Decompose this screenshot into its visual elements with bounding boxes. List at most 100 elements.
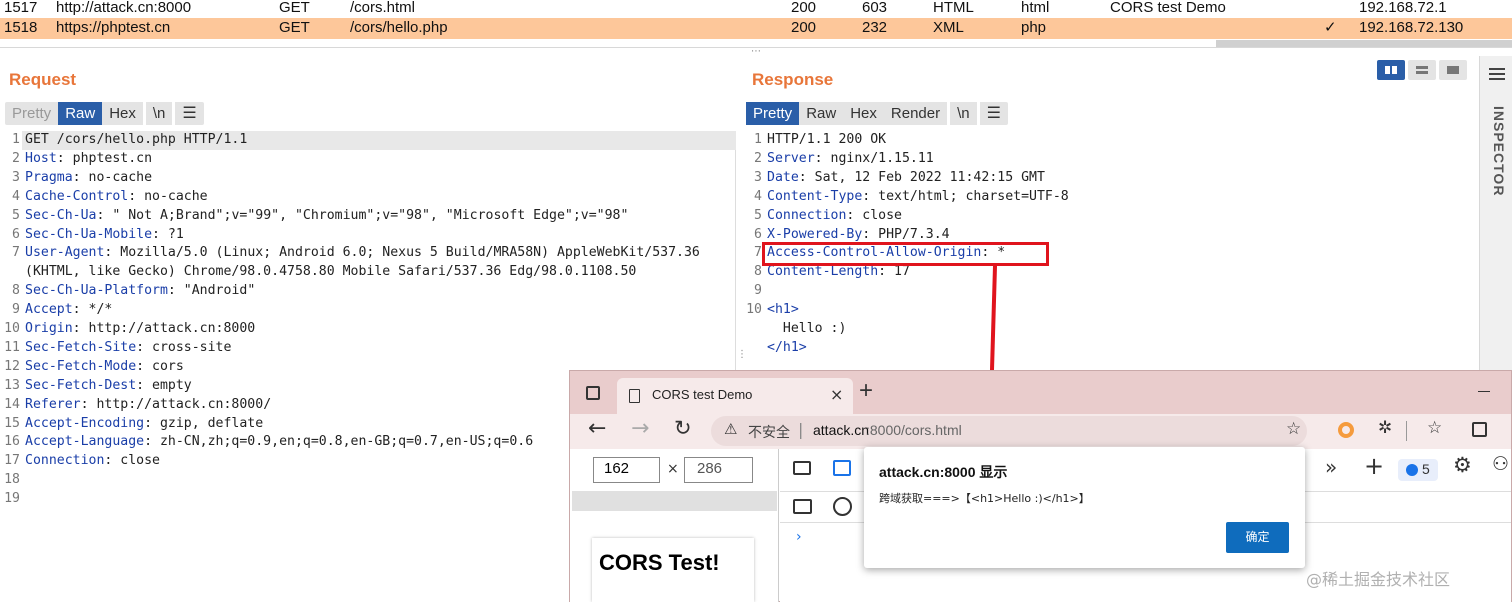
line-number: 16 [4, 434, 20, 450]
header-name: Sec-Fetch-Dest [25, 377, 137, 393]
warning-icon: ⚠ [724, 420, 738, 438]
refresh-icon[interactable]: ↻ [674, 416, 692, 440]
collections-icon[interactable] [1472, 422, 1487, 437]
history-scrollbar[interactable] [1216, 40, 1512, 47]
page-heading: CORS Test! [599, 550, 720, 575]
row-url: /cors/hello.php [350, 19, 448, 36]
minimize-icon[interactable] [1478, 391, 1490, 392]
header-value: : ?1 [152, 226, 184, 242]
puzzle-icon[interactable]: ✲ [1378, 418, 1392, 438]
history-table: 1517 http://attack.cn:8000 GET /cors.htm… [0, 0, 1512, 48]
alert-dialog: attack.cn:8000 显示 跨域获取===>【<h1>Hello :)<… [864, 447, 1305, 568]
address-bar[interactable]: ⚠ 不安全 | attack.cn :8000/cors.html ☆ [711, 416, 1307, 446]
code-line: Sec-Ch-Ua-Mobile: ?1 [25, 226, 184, 245]
clear-icon[interactable] [833, 497, 852, 516]
line-number: 2 [754, 150, 762, 166]
row-check: ✓ [1324, 19, 1337, 36]
panel-divider-handle[interactable]: ⋮ [737, 350, 747, 368]
console-prompt-icon[interactable]: › [796, 529, 802, 545]
settings-icon[interactable]: ⚙ [1453, 453, 1472, 477]
line-number: 9 [754, 283, 762, 299]
url-path: :8000/cors.html [866, 422, 962, 438]
row-url: /cors.html [350, 0, 416, 16]
line-number: 8 [754, 264, 762, 280]
header-name: </h1> [767, 339, 807, 355]
line-number: 9 [12, 302, 20, 318]
code-line: Referer: http://attack.cn:8000/ [25, 396, 271, 415]
favorites-icon[interactable]: ☆ [1427, 418, 1442, 438]
tab-actions-icon[interactable] [586, 386, 600, 400]
header-value: : " Not A;Brand";v="99", "Chromium";v="9… [96, 207, 629, 223]
code-line: Accept-Encoding: gzip, deflate [25, 415, 263, 434]
tab-close-icon[interactable]: × [830, 385, 843, 404]
new-tab-button[interactable]: + [859, 377, 873, 405]
row-host: https://phptest.cn [56, 19, 171, 36]
history-row-1517[interactable]: 1517 http://attack.cn:8000 GET /cors.htm… [0, 0, 1512, 19]
header-name: GET /cors/hello.php HTTP/1.1 [25, 132, 248, 147]
split-view-icon[interactable] [1377, 60, 1405, 80]
code-line: Sec-Fetch-Site: cross-site [25, 339, 231, 358]
row-ext: php [1021, 19, 1047, 36]
hamburger-icon[interactable] [1489, 68, 1505, 80]
single-view-icon[interactable] [1439, 60, 1467, 80]
emulated-page: CORS Test! [592, 538, 754, 602]
tab-pretty[interactable]: Pretty [746, 102, 800, 125]
line-number: 13 [4, 377, 20, 393]
inspector-label[interactable]: INSPECTOR [1491, 106, 1507, 196]
line-number: 2 [12, 150, 20, 166]
header-name: Sec-Ch-Ua [25, 207, 97, 223]
browser-tab[interactable]: CORS test Demo × [617, 378, 853, 414]
tab-hex[interactable]: Hex [843, 102, 884, 125]
width-input[interactable]: 162 [593, 457, 660, 483]
menu-icon[interactable]: ☰ [980, 102, 1008, 125]
line-number: 3 [754, 169, 762, 185]
line-number: 7 [12, 245, 20, 261]
tab-hex[interactable]: Hex [102, 102, 143, 125]
tab-newline[interactable]: \n [146, 102, 173, 125]
issues-badge[interactable]: 5 [1398, 459, 1438, 481]
inspect-icon[interactable] [793, 461, 811, 475]
more-tabs-icon[interactable]: » [1325, 455, 1337, 479]
code-line: Pragma: no-cache [25, 169, 152, 188]
ok-button[interactable]: 确定 [1226, 522, 1289, 553]
height-input[interactable]: 286 [684, 457, 753, 483]
menu-icon[interactable]: ☰ [175, 102, 203, 125]
device-toolbar-icon[interactable] [833, 460, 851, 476]
page-icon [629, 389, 640, 403]
code-line: <h1> [767, 301, 799, 320]
history-row-1518[interactable]: 1518 https://phptest.cn GET /cors/hello.… [0, 18, 1512, 39]
row-status: 200 [791, 19, 817, 36]
header-value: : text/html; charset=UTF-8 [862, 188, 1069, 204]
line-number: 19 [4, 491, 20, 507]
code-line: Host: phptest.cn [25, 150, 152, 169]
header-value: : nginx/1.15.11 [814, 150, 934, 166]
code-line: Cache-Control: no-cache [25, 188, 208, 207]
code-line: Origin: http://attack.cn:8000 [25, 320, 255, 339]
toolbar: ← → ↻ ⚠ 不安全 | attack.cn :8000/cors.html … [570, 414, 1511, 449]
splitter-handle[interactable]: ⋯ [748, 47, 764, 57]
header-name: Origin [25, 321, 73, 336]
drawer-icon[interactable] [793, 499, 812, 514]
back-icon[interactable]: ← [588, 416, 606, 441]
tab-pretty[interactable]: Pretty [5, 102, 58, 125]
tab-render[interactable]: Render [884, 102, 947, 125]
header-value: HTTP/1.1 200 OK [767, 132, 887, 147]
header-value: : close [846, 207, 902, 223]
response-title: Response [752, 70, 834, 89]
tab-newline[interactable]: \n [950, 102, 977, 125]
forward-icon[interactable]: → [631, 416, 649, 441]
profile-icon[interactable]: ⚇ [1492, 453, 1509, 475]
header-name: Sec-Ch-Ua-Platform [25, 283, 168, 299]
code-line: Accept-Language: zh-CN,zh;q=0.9,en;q=0.8… [25, 433, 533, 452]
horizontal-view-icon[interactable] [1408, 60, 1436, 80]
header-value: : */* [72, 302, 113, 318]
extension-icon[interactable] [1338, 422, 1354, 438]
tab-raw[interactable]: Raw [799, 102, 843, 125]
header-value: : "Android" [167, 283, 256, 299]
add-icon[interactable]: + [1364, 452, 1384, 480]
layout-toggle [1377, 60, 1467, 80]
favorite-add-icon[interactable]: ☆ [1286, 419, 1301, 439]
row-status: 200 [791, 0, 817, 16]
tab-raw[interactable]: Raw [58, 102, 103, 125]
header-name: Connection [25, 453, 105, 469]
